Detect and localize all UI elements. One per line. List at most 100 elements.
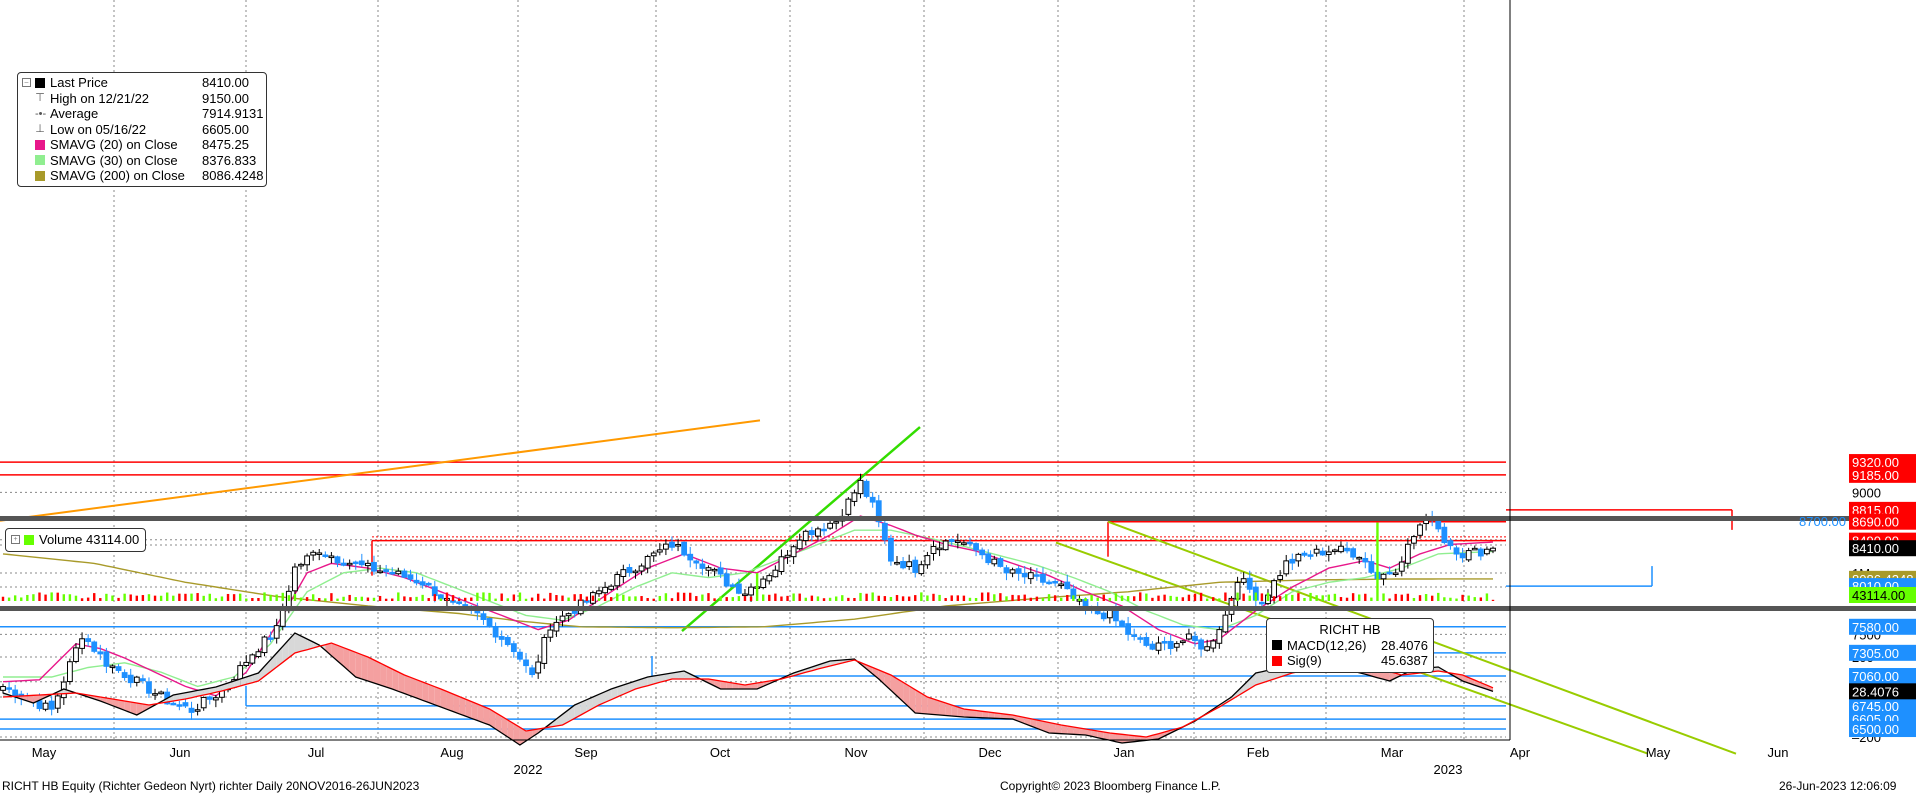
candle-body	[261, 636, 268, 654]
candle-body	[1046, 581, 1052, 585]
volume-bar	[74, 595, 78, 601]
volume-bar	[877, 595, 880, 601]
candle-body	[115, 666, 122, 671]
volume-bar	[1205, 598, 1209, 601]
volume-bar	[384, 598, 388, 601]
collapse-toggle-icon[interactable]	[35, 77, 45, 88]
volume-bar	[202, 595, 205, 601]
volume-bar	[1285, 594, 1288, 601]
candle-body	[1411, 536, 1417, 544]
candle-body	[346, 562, 353, 566]
volume-bar	[238, 593, 242, 601]
candle-body	[1052, 580, 1059, 584]
candle-body	[1246, 577, 1253, 590]
macd-histogram-fill	[465, 699, 472, 719]
volume-bar	[1485, 593, 1489, 601]
candle-body	[109, 665, 116, 668]
candle-body	[1258, 601, 1265, 605]
volume-bar	[926, 595, 929, 601]
volume-bar	[804, 597, 807, 601]
volume-bar	[1029, 597, 1032, 601]
volume-bar	[743, 596, 747, 601]
candle-body	[486, 618, 493, 627]
candle-body	[632, 570, 639, 574]
volume-bar	[901, 596, 905, 601]
macd-legend-title: RICHT HB	[1319, 622, 1381, 638]
level-text-8700.00: 8700.00	[1799, 514, 1846, 529]
volume-bar	[524, 598, 528, 601]
candle-body	[1040, 573, 1046, 583]
candle-body	[608, 585, 615, 590]
volume-bar	[749, 596, 753, 601]
volume-bar	[80, 598, 84, 601]
volume-bar	[987, 592, 990, 601]
candle-body	[1380, 573, 1387, 580]
candle-body	[322, 554, 329, 558]
volume-bar	[555, 595, 558, 601]
volume-bar	[962, 595, 966, 601]
volume-bar	[397, 592, 400, 601]
price-legend-label: Average	[50, 106, 99, 122]
candle-body	[790, 546, 797, 558]
candle-body	[517, 651, 523, 660]
volume-bar	[293, 594, 297, 601]
volume-bar	[32, 594, 35, 601]
candle-body	[1125, 623, 1132, 635]
volume-bar	[1023, 594, 1026, 601]
macd-legend-label: MACD(12,26)	[1287, 637, 1367, 653]
volume-bar	[166, 592, 169, 601]
volume-bar	[597, 598, 601, 601]
volume-bar	[1345, 597, 1349, 601]
volume-bar	[378, 595, 382, 601]
volume-bar	[1260, 593, 1264, 601]
macd-histogram-fill	[446, 691, 454, 712]
expand-toggle-icon[interactable]: +	[11, 535, 20, 545]
volume-bar	[768, 594, 771, 601]
volume-bar	[938, 594, 941, 601]
candle-body	[967, 541, 973, 545]
volume-bar	[135, 595, 138, 601]
candle-body	[267, 637, 274, 640]
macd-legend-value: 45.6387	[1381, 653, 1428, 669]
volume-bar	[1309, 592, 1312, 601]
candle-body	[480, 613, 487, 620]
candle-body	[1015, 568, 1022, 574]
collapse-legend-icon[interactable]: –	[22, 78, 31, 88]
volume-bar	[445, 592, 449, 601]
volume-bar	[1047, 594, 1051, 601]
volume-bar	[439, 598, 443, 601]
volume-bar	[1175, 596, 1178, 601]
candle-body	[1350, 548, 1357, 558]
volume-bar	[488, 592, 491, 601]
candle-body	[1277, 575, 1284, 580]
volume-bar	[579, 594, 582, 601]
volume-bar	[257, 597, 260, 601]
candle-body	[881, 522, 888, 541]
legend-swatch	[1272, 640, 1282, 651]
volume-bar	[628, 596, 631, 601]
volume-bar	[828, 597, 832, 601]
volume-bar	[99, 598, 102, 601]
volume-bar	[56, 592, 59, 601]
candle-body	[1344, 547, 1350, 552]
volume-bar	[245, 598, 248, 601]
candle-body	[638, 565, 645, 572]
candle-body	[535, 661, 542, 674]
candle-body	[377, 570, 383, 574]
volume-bar	[1358, 594, 1361, 601]
price-legend-row: SMAVG (20) on Close 8475.25	[22, 137, 262, 153]
candle-body	[328, 555, 335, 559]
volume-bar	[1041, 597, 1045, 601]
candle-body	[529, 667, 536, 675]
candle-body	[1271, 580, 1277, 598]
candle-body	[1131, 634, 1138, 637]
candle-body	[310, 551, 317, 556]
level-tag-8690.00: 8690.00	[1852, 515, 1899, 530]
volume-bar	[1376, 522, 1379, 601]
volume-bar	[1266, 592, 1270, 601]
candle-body	[352, 561, 359, 565]
macd-histogram-fill	[355, 652, 362, 679]
volume-bar	[269, 594, 272, 601]
volume-bar	[178, 593, 181, 601]
candle-body	[687, 553, 694, 561]
